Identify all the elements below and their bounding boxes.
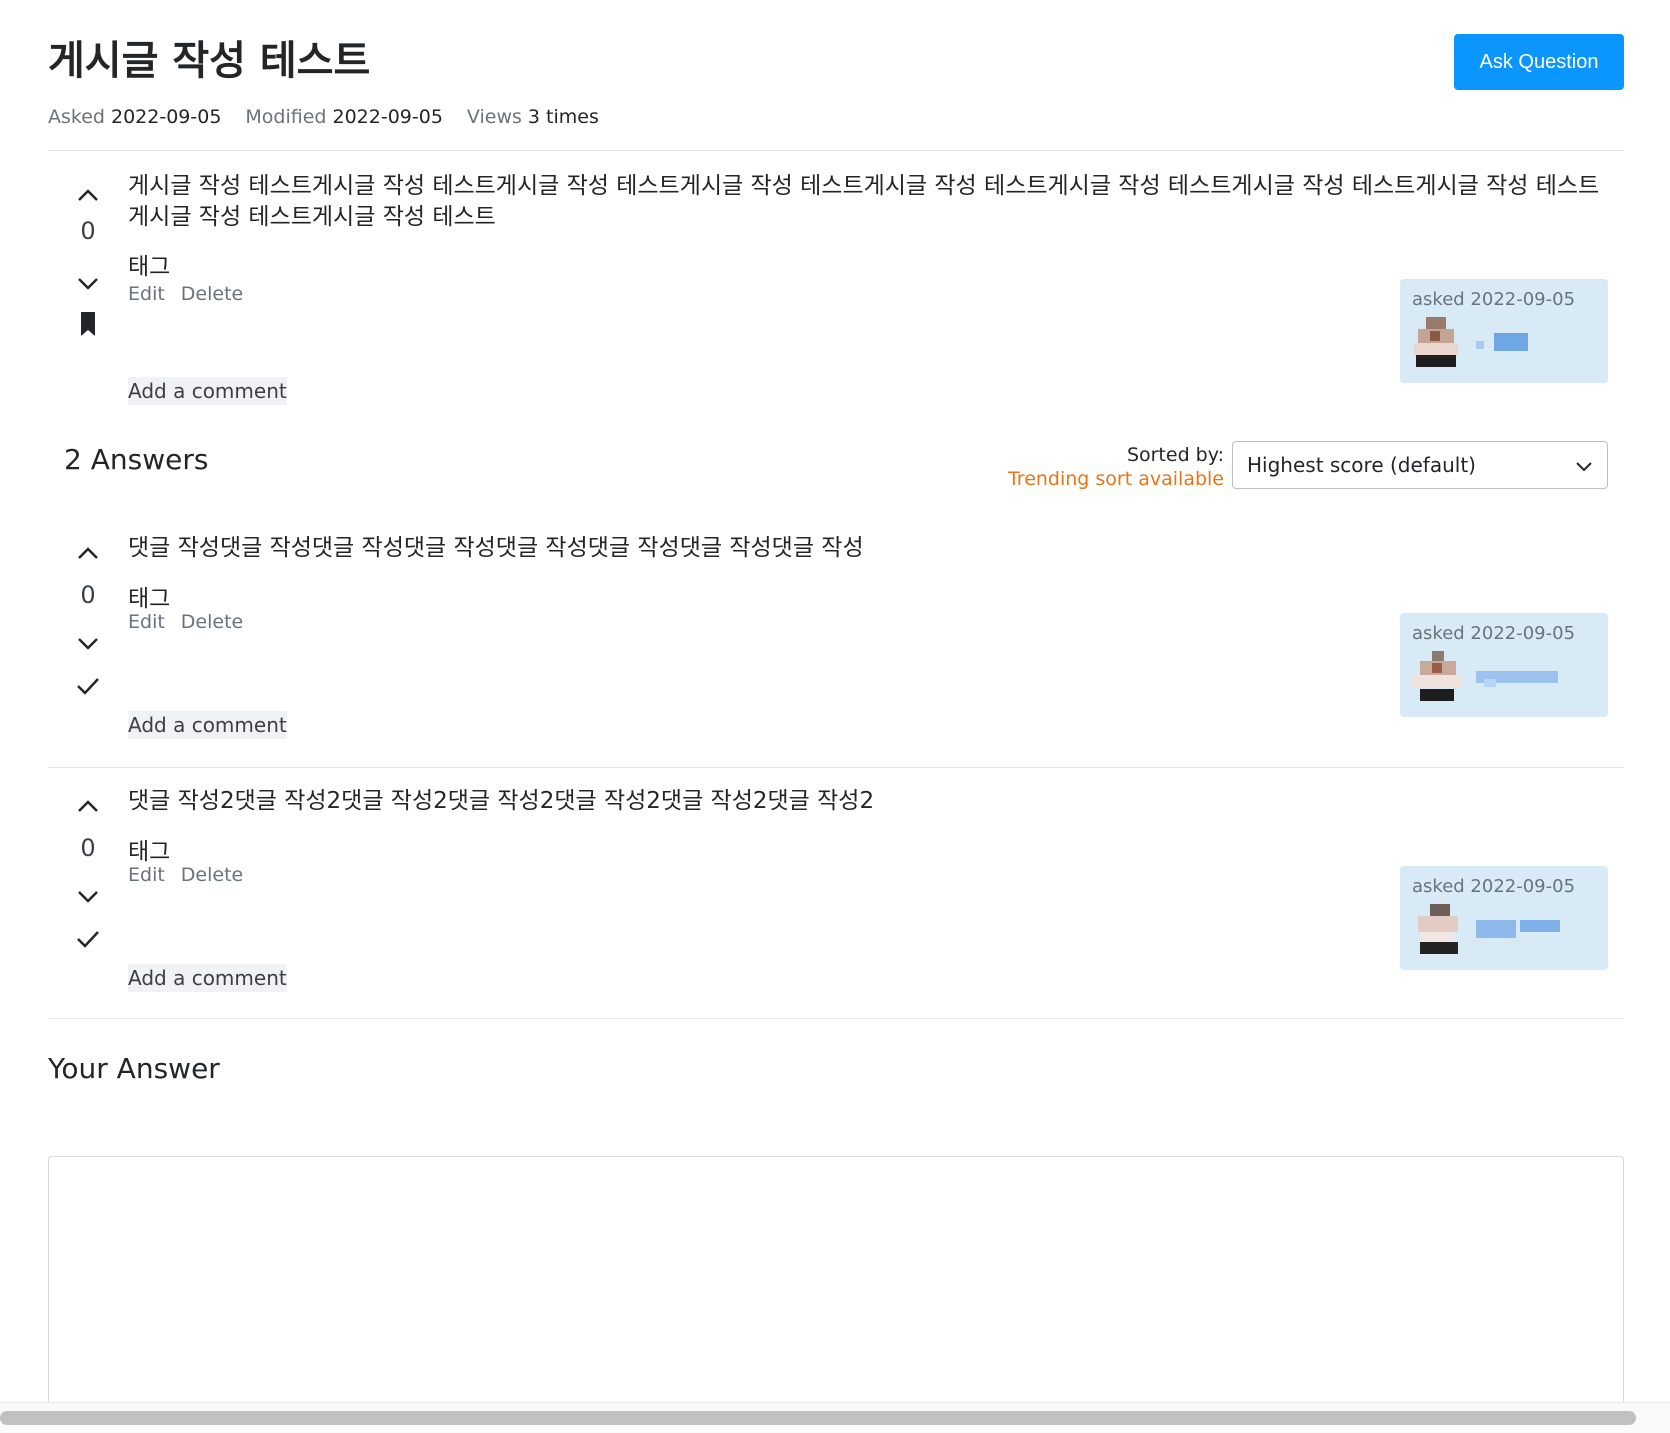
question-post: 0 게시글 작성 테스트게시글 작성 테스트게시글 작성 테스트게시글 작성 테…: [48, 151, 1624, 423]
question-meta: Asked 2022-09-05 Modified 2022-09-05 Views 3 …: [48, 106, 623, 128]
user-card: asked 2022-09-05: [1400, 866, 1608, 970]
add-comment-link[interactable]: Add a comment: [128, 711, 287, 739]
edit-link[interactable]: Edit: [128, 283, 165, 305]
asked-value: 2022-09-05: [110, 106, 222, 128]
avatar[interactable]: [1410, 904, 1466, 958]
vote-count: 0: [80, 834, 96, 862]
question-page: 게시글 작성 테스트 Ask Question Asked 2022-09-05 M…: [48, 0, 1624, 1416]
answer-body: 댓글 작성댓글 작성댓글 작성댓글 작성댓글 작성댓글 작성댓글 작성댓글 작성: [128, 535, 864, 561]
sort-label-group: Sorted by: Trending sort available: [1008, 443, 1224, 491]
views-value: 3 times: [527, 106, 599, 128]
chevron-down-icon: [1576, 462, 1592, 472]
post-actions: Edit Delete: [128, 611, 259, 633]
add-comment-link[interactable]: Add a comment: [128, 377, 287, 405]
asked-date: asked 2022-09-05: [1412, 876, 1576, 897]
sort-select[interactable]: Highest score (default): [1232, 441, 1608, 489]
trending-sort-link[interactable]: Trending sort available: [1008, 467, 1224, 491]
user-card: asked 2022-09-05: [1400, 279, 1608, 383]
username-link[interactable]: [1476, 333, 1576, 353]
question-header: 게시글 작성 테스트 Ask Question Asked 2022-09-05 M…: [48, 0, 1624, 151]
checkmark-icon[interactable]: [66, 924, 110, 954]
delete-link[interactable]: Delete: [181, 283, 243, 305]
add-comment-link[interactable]: Add a comment: [128, 964, 287, 992]
checkmark-icon[interactable]: [66, 671, 110, 701]
post-tag[interactable]: 태그: [128, 247, 170, 281]
chevron-up-icon[interactable]: [66, 790, 110, 820]
bookmark-icon[interactable]: [66, 307, 110, 341]
edit-link[interactable]: Edit: [128, 864, 165, 886]
answer-post: 0 댓글 작성댓글 작성댓글 작성댓글 작성댓글 작성댓글 작성댓글 작성댓글 …: [48, 515, 1624, 768]
asked-date: asked 2022-09-05: [1412, 623, 1576, 644]
avatar[interactable]: [1410, 317, 1466, 371]
chevron-down-icon[interactable]: [66, 882, 110, 912]
modified-value: 2022-09-05: [332, 106, 443, 128]
modified-label: Modified: [245, 106, 327, 128]
delete-link[interactable]: Delete: [181, 864, 243, 886]
vote-cell: 0: [66, 782, 110, 982]
answer-editor[interactable]: [48, 1156, 1624, 1416]
question-body: 게시글 작성 테스트게시글 작성 테스트게시글 작성 테스트게시글 작성 테스트…: [128, 173, 1600, 230]
your-answer-section: Your Answer: [48, 1052, 1624, 1416]
post-tag[interactable]: 태그: [128, 832, 170, 866]
sorted-by-label: Sorted by:: [1126, 444, 1224, 466]
ask-question-button[interactable]: Ask Question: [1454, 34, 1624, 90]
delete-link[interactable]: Delete: [181, 611, 243, 633]
answers-header: 2 Answers Sorted by: Trending sort avail…: [48, 423, 1624, 515]
asked-label: Asked: [48, 106, 105, 128]
scrollbar-thumb[interactable]: [0, 1411, 1636, 1425]
chevron-down-icon[interactable]: [66, 629, 110, 659]
answer-post: 0 댓글 작성2댓글 작성2댓글 작성2댓글 작성2댓글 작성2댓글 작성2댓글…: [48, 768, 1624, 1019]
vote-cell: 0: [66, 171, 110, 421]
post-actions: Edit Delete: [128, 864, 259, 886]
username-link[interactable]: [1476, 920, 1576, 940]
post-tag[interactable]: 태그: [128, 579, 170, 613]
answer-body: 댓글 작성2댓글 작성2댓글 작성2댓글 작성2댓글 작성2댓글 작성2댓글 작…: [128, 788, 875, 814]
views-label: Views: [466, 106, 522, 128]
chevron-down-icon[interactable]: [66, 269, 110, 299]
your-answer-title: Your Answer: [48, 1052, 220, 1085]
page-title: 게시글 작성 테스트: [48, 38, 371, 84]
username-link[interactable]: [1476, 667, 1576, 687]
asked-date: asked 2022-09-05: [1412, 289, 1576, 310]
answers-count-title: 2 Answers: [64, 443, 209, 476]
chevron-up-icon[interactable]: [66, 537, 110, 567]
chevron-up-icon[interactable]: [66, 179, 110, 209]
user-card: asked 2022-09-05: [1400, 613, 1608, 717]
sort-selected-value: Highest score (default): [1247, 453, 1476, 477]
horizontal-scrollbar[interactable]: [0, 1402, 1670, 1433]
vote-count: 0: [80, 217, 96, 245]
vote-count: 0: [80, 581, 96, 609]
avatar[interactable]: [1410, 651, 1466, 705]
vote-cell: 0: [66, 529, 110, 729]
post-actions: Edit Delete: [128, 283, 259, 305]
edit-link[interactable]: Edit: [128, 611, 165, 633]
